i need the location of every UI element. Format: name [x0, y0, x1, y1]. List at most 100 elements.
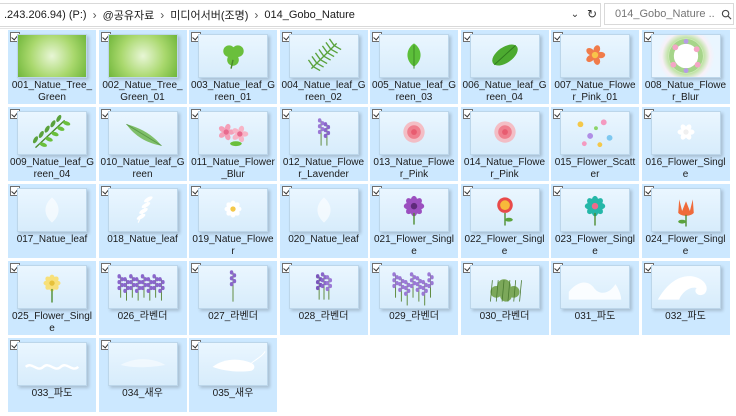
thumbnail	[560, 265, 630, 309]
address-bar[interactable]: .243.206.94) (P:) › @공유자료 › 미디어서버(조명) › …	[0, 3, 601, 27]
file-tile[interactable]: 030_라벤더	[460, 261, 549, 335]
file-name: 024_Flower_Single	[645, 234, 726, 257]
file-name: 003_Natue_leaf_Green_01	[191, 80, 275, 103]
file-tile[interactable]: 011_Natue_Flower_Blur	[189, 107, 277, 181]
file-tile[interactable]: 008_Natue_Flower_Blur	[641, 30, 730, 104]
breadcrumb-shared[interactable]: @공유자료	[103, 7, 155, 23]
file-tile[interactable]: 018_Natue_leaf	[98, 184, 187, 258]
tulip-icon	[677, 199, 694, 227]
thumbnail	[107, 342, 178, 386]
faint-leaf-icon	[316, 197, 331, 223]
file-name: 031_파도	[574, 311, 616, 322]
leaf-branch-icon	[32, 114, 71, 149]
thumbnail	[198, 265, 268, 309]
file-name: 010_Natue_leaf_Green	[100, 157, 185, 180]
file-tile[interactable]: 031_파도	[551, 261, 639, 335]
pink-rose-icon	[493, 121, 516, 143]
orange-flower-icon	[586, 45, 606, 65]
file-tile[interactable]: 006_Natue_leaf_Green_04	[460, 30, 549, 104]
file-grid: 001_Natue_Tree_Green 002_Natue_Tree_Green…	[0, 30, 736, 416]
file-tile[interactable]: 012_Natue_Flower_Lavender	[279, 107, 368, 181]
thumbnail	[198, 188, 268, 232]
thumbnail	[469, 188, 540, 232]
file-tile[interactable]: 024_Flower_Single	[641, 184, 730, 258]
file-tile[interactable]: 020_Natue_leaf	[279, 184, 368, 258]
file-tile[interactable]: 004_Natue_leaf_Green_02	[279, 30, 368, 104]
file-tile[interactable]: 016_Flower_Single	[641, 107, 730, 181]
file-name: 004_Natue_leaf_Green_02	[281, 80, 366, 103]
file-tile[interactable]: 022_Flower_Single	[460, 184, 549, 258]
shrimp-icon	[212, 351, 266, 372]
thumbnail	[107, 34, 178, 78]
file-name: 028_라벤더	[298, 311, 349, 322]
long-leaf-icon	[125, 123, 162, 147]
thumbnail	[17, 188, 87, 232]
file-tile[interactable]: 001_Natue_Tree_Green	[8, 30, 96, 104]
breadcrumb-separator-icon[interactable]: ›	[160, 8, 164, 22]
file-tile[interactable]: 019_Natue_Flower	[189, 184, 277, 258]
thumbnail	[198, 111, 268, 155]
file-tile[interactable]: 027_라벤더	[189, 261, 277, 335]
file-tile[interactable]: 009_Natue_leaf_Green_04	[8, 107, 96, 181]
thumbnail	[288, 34, 359, 78]
thumbnail	[650, 188, 721, 232]
thumbnail	[469, 111, 540, 155]
file-tile[interactable]: 010_Natue_leaf_Green	[98, 107, 187, 181]
breadcrumb-media-server[interactable]: 미디어서버(조명)	[170, 7, 248, 23]
fern-leaf-icon	[307, 38, 341, 72]
file-tile[interactable]: 034_새우	[98, 338, 187, 412]
thumbnail	[469, 265, 540, 309]
search-input[interactable]	[613, 7, 717, 21]
thumbnail	[17, 265, 87, 309]
white-leaf-icon	[136, 196, 153, 223]
refresh-icon[interactable]: ↻	[584, 3, 600, 25]
file-name: 029_라벤더	[389, 311, 439, 322]
file-tile[interactable]: 003_Natue_leaf_Green_01	[189, 30, 277, 104]
thumbnail	[379, 111, 449, 155]
file-tile[interactable]: 021_Flower_Single	[370, 184, 458, 258]
thumbnail	[288, 265, 359, 309]
file-tile[interactable]: 005_Natue_leaf_Green_03	[370, 30, 458, 104]
thumbnail	[379, 34, 449, 78]
wave-line-icon	[24, 364, 80, 370]
thumbnail	[379, 265, 449, 309]
file-name: 030_라벤더	[479, 311, 530, 322]
file-tile[interactable]: 025_Flower_Single	[8, 261, 96, 335]
file-name: 023_Flower_Single	[554, 234, 636, 257]
file-name: 021_Flower_Single	[373, 234, 455, 257]
file-tile[interactable]: 029_라벤더	[370, 261, 458, 335]
file-name: 017_Natue_leaf	[16, 234, 88, 245]
address-bar-row: .243.206.94) (P:) › @공유자료 › 미디어서버(조명) › …	[0, 0, 736, 29]
herb-bush-icon	[489, 279, 522, 302]
file-name: 002_Natue_Tree_Green_01	[102, 80, 183, 103]
lavender-stem-icon	[229, 270, 237, 302]
file-tile[interactable]: 015_Flower_Scatter	[551, 107, 639, 181]
file-tile[interactable]: 033_파도	[8, 338, 96, 412]
file-tile[interactable]: 028_라벤더	[279, 261, 368, 335]
thumbnail	[560, 111, 630, 155]
file-tile[interactable]: 014_Natue_Flower_Pink	[460, 107, 549, 181]
file-tile[interactable]: 032_파도	[641, 261, 730, 335]
clover-leaf-icon	[223, 45, 244, 69]
search-box[interactable]	[604, 3, 734, 25]
file-tile[interactable]: 035_새우	[189, 338, 277, 412]
file-tile[interactable]: 007_Natue_Flower_Pink_01	[551, 30, 639, 104]
pink-flowers-icon	[218, 123, 249, 147]
pink-rose-icon	[403, 121, 425, 143]
file-name: 026_라벤더	[117, 311, 168, 322]
address-history-chevron-down-icon[interactable]: ⌄	[568, 3, 582, 25]
file-tile[interactable]: 002_Natue_Tree_Green_01	[98, 30, 187, 104]
file-tile[interactable]: 013_Natue_Flower_Pink	[370, 107, 458, 181]
big-wave-icon	[657, 276, 707, 300]
breadcrumb-separator-icon[interactable]: ›	[254, 8, 258, 22]
file-tile[interactable]: 017_Natue_leaf	[8, 184, 96, 258]
breadcrumb-current-folder[interactable]: 014_Gobo_Nature	[264, 9, 355, 21]
file-tile[interactable]: 026_라벤더	[98, 261, 187, 335]
file-name: 027_라벤더	[208, 311, 258, 322]
file-tile[interactable]: 023_Flower_Single	[551, 184, 639, 258]
breadcrumb-drive[interactable]: .243.206.94) (P:)	[4, 9, 87, 21]
breadcrumb-separator-icon[interactable]: ›	[93, 8, 97, 22]
file-name: 009_Natue_leaf_Green_04	[10, 157, 94, 180]
search-icon[interactable]	[721, 9, 732, 20]
lavender-field-icon	[392, 272, 434, 306]
